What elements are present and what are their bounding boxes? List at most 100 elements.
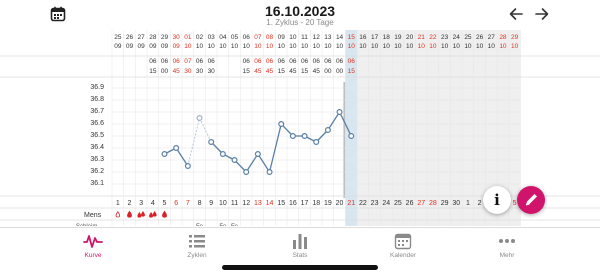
cycle-day-label: 15 (277, 200, 285, 207)
temperature-point (173, 144, 180, 151)
cycle-day-label: 6 (174, 200, 178, 207)
curve-icon (83, 235, 103, 248)
date-month: 10 (476, 43, 484, 50)
time-minute: 45 (266, 68, 274, 75)
tab-mehr[interactable]: Mehr (467, 232, 547, 259)
blood-drop-icon (115, 211, 121, 218)
date-month: 10 (219, 43, 227, 50)
temperature-point (278, 120, 285, 127)
temperature-point (336, 108, 343, 115)
temperature-point (243, 169, 250, 176)
time-minute: 15 (243, 68, 251, 75)
temperature-point (161, 150, 168, 157)
date-month: 09 (114, 43, 122, 50)
cycle-day-label: 20 (336, 200, 344, 207)
time-hour: 06 (208, 58, 216, 65)
arrow-right-icon[interactable] (534, 6, 550, 22)
date-month: 09 (173, 43, 181, 50)
date-month: 10 (324, 43, 332, 50)
y-axis-labels: 36.9 36.8 36.7 36.6 36.5 36.4 36.3 36.2 36.1 (84, 30, 106, 226)
date-month: 10 (383, 43, 391, 50)
date-month: 10 (499, 43, 507, 50)
temperature-point (266, 169, 273, 176)
time-minute: 45 (173, 68, 181, 75)
date-day: 14 (336, 34, 344, 41)
date-month: 10 (301, 43, 309, 50)
date-month: 09 (161, 43, 169, 50)
date-month: 10 (453, 43, 461, 50)
date-month: 10 (231, 43, 239, 50)
time-minute: 00 (324, 68, 332, 75)
info-button[interactable]: i (483, 186, 511, 214)
temperature-point (231, 156, 238, 163)
time-minute: 45 (254, 68, 262, 75)
time-hour: 06 (173, 58, 181, 65)
tab-label: Stats (292, 252, 308, 259)
tab-kurve[interactable]: Kurve (53, 232, 133, 259)
y-tick-label: 36.7 (90, 108, 104, 115)
date-month: 09 (149, 43, 157, 50)
time-minute: 15 (348, 68, 356, 75)
truncated-row-cell: Fe (231, 224, 239, 226)
time-hour: 06 (254, 58, 262, 65)
date-day: 17 (371, 34, 379, 41)
date-day: 27 (488, 34, 496, 41)
home-indicator (222, 265, 378, 270)
y-tick-label: 36.9 (90, 84, 104, 91)
time-minute: 15 (278, 68, 286, 75)
date-day: 04 (219, 34, 227, 41)
date-day: 10 (289, 34, 297, 41)
date-month: 10 (371, 43, 379, 50)
cycle-day-label: 4 (151, 200, 155, 207)
blood-drop-icon (152, 211, 157, 217)
temperature-point (254, 150, 261, 157)
cycle-day-label: 18 (312, 200, 320, 207)
cycle-day-label: 5 (163, 200, 167, 207)
cycle-day-label: 21 (347, 200, 355, 207)
date-day: 06 (243, 34, 251, 41)
date-day: 28 (499, 34, 507, 41)
y-tick-label: 36.8 (90, 96, 104, 103)
tab-kalender[interactable]: Kalender (363, 232, 443, 259)
arrow-left-icon[interactable] (508, 6, 524, 22)
date-month: 10 (394, 43, 402, 50)
cycle-day-label: 8 (198, 200, 202, 207)
date-month: 10 (511, 43, 519, 50)
calendar-icon (394, 233, 412, 250)
date-month: 10 (418, 43, 426, 50)
date-day: 20 (406, 34, 414, 41)
date-day: 30 (173, 34, 181, 41)
temperature-point (196, 114, 203, 121)
temperature-point (184, 163, 191, 170)
date-month: 09 (138, 43, 146, 50)
date-month: 10 (196, 43, 204, 50)
temperature-point (289, 132, 296, 139)
header: 16.10.2023 1. Zyklus - 20 Tage (0, 0, 600, 30)
tab-label: Kalender (389, 252, 417, 259)
date-day: 13 (324, 34, 332, 41)
bar-chart-icon (293, 234, 307, 249)
cycle-day-label: 2 (128, 200, 132, 207)
temperature-point (219, 150, 226, 157)
cycle-day-label: 26 (406, 200, 414, 207)
date-day: 02 (196, 34, 204, 41)
time-hour: 06 (336, 58, 344, 65)
blood-drop-icon (149, 212, 154, 218)
temperature-point (208, 138, 215, 145)
date-day: 27 (138, 34, 146, 41)
tab-stats[interactable]: Stats (260, 232, 340, 259)
date-month: 10 (243, 43, 251, 50)
edit-button[interactable] (517, 186, 545, 214)
date-month: 10 (336, 43, 344, 50)
date-day: 16 (359, 34, 367, 41)
tab-zyklen[interactable]: Zyklen (157, 232, 237, 259)
cycle-day-label: 1 (116, 200, 120, 207)
tab-label: Mehr (499, 252, 515, 259)
time-minute: 00 (336, 68, 344, 75)
date-day: 25 (114, 34, 122, 41)
time-hour: 06 (266, 58, 274, 65)
y-tick-label: 36.4 (90, 144, 104, 151)
date-day: 15 (348, 34, 356, 41)
more-icon (499, 239, 515, 243)
date-day: 23 (441, 34, 449, 41)
